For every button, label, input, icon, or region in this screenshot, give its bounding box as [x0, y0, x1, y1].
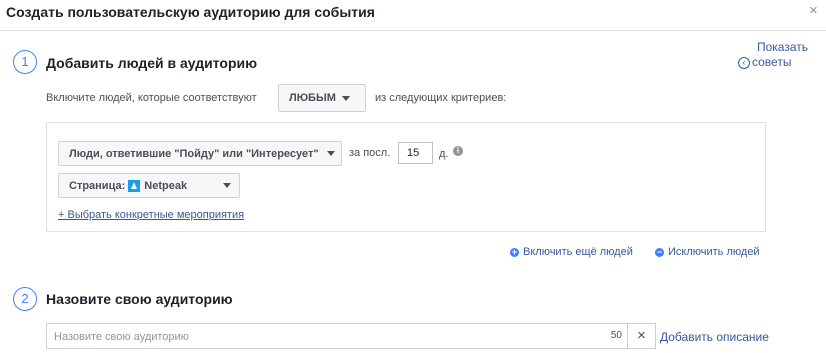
plus-circle-icon: + [510, 246, 519, 257]
include-suffix-text: из следующих критериев: [375, 92, 507, 104]
rule-type-dropdown[interactable]: Люди, ответившие "Пойду" или "Интересует… [58, 141, 342, 166]
add-description-link[interactable]: Добавить описание [660, 330, 769, 344]
audience-name-field: 50 [46, 323, 628, 350]
dialog-header: Создать пользовательскую аудиторию для с… [0, 0, 826, 31]
include-prefix-text: Включите людей, которые соответствуют [46, 92, 257, 104]
dialog-title: Создать пользовательскую аудиторию для с… [6, 4, 375, 20]
page-dropdown[interactable]: Страница: Netpeak [58, 173, 240, 198]
days-input[interactable]: 15 [398, 142, 433, 164]
info-icon[interactable]: i [453, 146, 463, 156]
page-prefix: Страница: [69, 179, 126, 192]
show-tips-label-line2: советы [752, 55, 792, 69]
step-1-title: Добавить людей в аудиторию [46, 55, 258, 71]
step-2-badge: 2 [13, 287, 37, 311]
caret-down-icon [223, 183, 231, 188]
exclude-people-button[interactable]: − Исключить людей [655, 246, 760, 258]
audience-name-input[interactable] [47, 324, 606, 350]
clear-icon[interactable]: × [628, 323, 656, 349]
page-name: Netpeak [144, 179, 188, 192]
minus-circle-icon: − [655, 246, 664, 257]
netpeak-logo-icon [128, 179, 141, 192]
caret-down-icon [326, 151, 335, 156]
select-events-link[interactable]: + Выбрать конкретные мероприятия [58, 209, 244, 221]
match-type-value: ЛЮБЫМ [289, 92, 336, 104]
period-prefix-text: за посл. [349, 147, 391, 159]
match-type-dropdown[interactable]: ЛЮБЫМ [278, 84, 366, 112]
include-more-label: Включить ещё людей [523, 246, 633, 258]
step-2-title: Назовите свою аудиторию [46, 291, 233, 307]
show-tips-label-line1: Показать [756, 40, 808, 54]
include-more-people-button[interactable]: + Включить ещё людей [510, 246, 633, 258]
rule-type-value: Люди, ответившие "Пойду" или "Интересует… [69, 147, 319, 160]
caret-down-icon [341, 95, 350, 101]
step-1-badge: 1 [13, 50, 37, 74]
chevron-left-circle-icon: ‹ [738, 56, 750, 69]
close-icon[interactable]: × [809, 2, 818, 19]
char-counter: 50 [610, 330, 622, 341]
exclude-label: Исключить людей [668, 246, 760, 258]
days-unit-text: д. [439, 148, 449, 160]
show-tips-link[interactable]: Показать ‹ советы [738, 40, 808, 70]
